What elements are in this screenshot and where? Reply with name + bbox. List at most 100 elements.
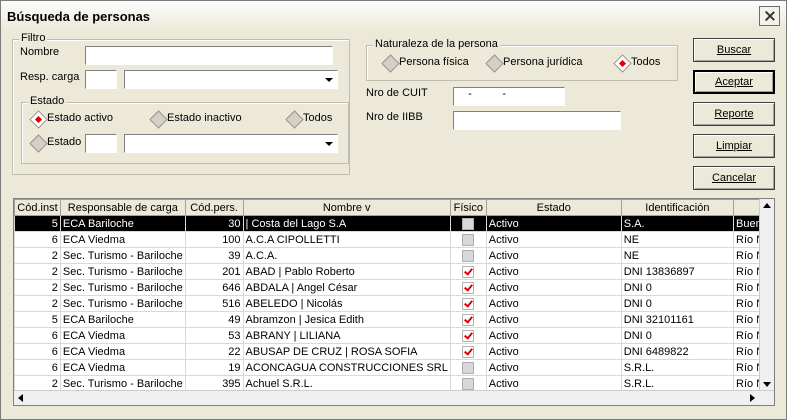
- vertical-scrollbar[interactable]: [759, 199, 774, 391]
- cell-cod-inst: 2: [14, 263, 61, 280]
- cell-estado: Activo: [485, 311, 622, 328]
- cell-nombre: ABAD | Pablo Roberto: [242, 263, 451, 280]
- table-row[interactable]: 6 ECA Viedma 53 ABRANY | LILIANA Activo DNI 0…: [14, 327, 774, 344]
- cell-cod-pers: 22: [184, 343, 244, 360]
- checkmark-icon: [462, 329, 475, 342]
- table-row[interactable]: 5 ECA Bariloche 30 | Costa del Lago S.A Acti…: [14, 215, 774, 232]
- cell-identificacion: DNI 0: [620, 327, 735, 344]
- table-row[interactable]: 2 Sec. Turismo - Bariloche 201 ABAD | Pablo…: [14, 263, 774, 280]
- cell-identificacion: DNI 13836897: [620, 263, 735, 280]
- scroll-down-icon[interactable]: [761, 378, 773, 390]
- nombre-label: Nombre: [20, 46, 60, 58]
- iibb-input[interactable]: [453, 111, 621, 130]
- resp-carga-select[interactable]: [124, 70, 338, 89]
- cell-responsable: Sec. Turismo - Bariloche: [59, 295, 186, 312]
- chevron-down-icon[interactable]: [322, 137, 335, 150]
- estado-group-label: Estado: [28, 95, 67, 107]
- estado-label[interactable]: Estado: [47, 136, 81, 148]
- table-row[interactable]: 6 ECA Viedma 19 ACONCAGUA CONSTRUCCIONES SR…: [14, 359, 774, 376]
- scroll-left-icon[interactable]: [15, 392, 27, 404]
- busqueda-personas-dialog: Búsqueda de personas Filtro Nombre Resp.…: [0, 0, 787, 420]
- estado-select[interactable]: [124, 134, 338, 153]
- buscar-button[interactable]: Buscar: [693, 38, 775, 62]
- scroll-right-icon[interactable]: [746, 392, 758, 404]
- persona-juridica-label[interactable]: Persona jurídica: [503, 56, 583, 68]
- table-row[interactable]: 2 Sec. Turismo - Bariloche 39 A.C.A. Activo N…: [14, 247, 774, 264]
- cell-cod-inst: 6: [14, 343, 61, 360]
- cell-estado: Activo: [485, 327, 622, 344]
- cell-estado: Activo: [485, 359, 622, 376]
- cell-identificacion: DNI 0: [620, 279, 735, 296]
- cell-cod-pers: 30: [184, 215, 244, 232]
- aceptar-button[interactable]: Aceptar: [693, 70, 775, 94]
- cell-identificacion: NE: [620, 247, 735, 264]
- naturaleza-todos-label[interactable]: Todos: [631, 56, 660, 68]
- reporte-button[interactable]: Reporte: [693, 102, 775, 126]
- cell-fisico: [449, 247, 487, 264]
- title-bar: Búsqueda de personas: [1, 1, 786, 31]
- column-header-cod-pers[interactable]: Cód.pers.: [184, 199, 244, 216]
- cell-cod-inst: 6: [14, 359, 61, 376]
- column-header-responsable[interactable]: Responsable de carga: [59, 199, 186, 216]
- checkbox-icon: [462, 249, 475, 262]
- nombre-input[interactable]: [85, 46, 333, 65]
- table-row[interactable]: 2 Sec. Turismo - Bariloche 516 ABELEDO | Ni…: [14, 295, 774, 312]
- cell-nombre: ABUSAP DE CRUZ | ROSA SOFIA: [242, 343, 451, 360]
- window-title: Búsqueda de personas: [7, 9, 151, 24]
- resp-carga-code-input[interactable]: [85, 70, 117, 89]
- cell-cod-pers: 49: [184, 311, 244, 328]
- checkmark-icon: [462, 281, 475, 294]
- filtro-label: Filtro: [19, 32, 48, 44]
- cell-responsable: Sec. Turismo - Bariloche: [59, 247, 186, 264]
- cell-responsable: ECA Viedma: [59, 231, 186, 248]
- cell-fisico: [449, 279, 487, 296]
- cell-cod-pers: 53: [184, 327, 244, 344]
- estado-activo-label[interactable]: Estado activo: [47, 112, 113, 124]
- checkbox-icon: [462, 233, 475, 246]
- horizontal-scrollbar[interactable]: [14, 390, 774, 405]
- checkbox-icon: [462, 217, 475, 230]
- column-header-cod-inst[interactable]: Cód.inst: [14, 199, 61, 216]
- close-icon[interactable]: [759, 6, 780, 26]
- checkbox-icon: [462, 361, 475, 374]
- cell-nombre: ABDALA | Angel César: [242, 279, 451, 296]
- estado-todos-label[interactable]: Todos: [303, 112, 332, 124]
- column-header-estado[interactable]: Estado: [485, 199, 622, 216]
- personas-grid[interactable]: Cód.inst Responsable de carga Cód.pers. …: [13, 198, 775, 406]
- table-row[interactable]: 6 ECA Viedma 100 A.C.A CIPOLLETTI Activo NE Rí…: [14, 231, 774, 248]
- chevron-down-icon[interactable]: [322, 73, 335, 86]
- cell-identificacion: DNI 0: [620, 295, 735, 312]
- cell-responsable: ECA Bariloche: [59, 215, 186, 232]
- checkbox-icon: [462, 377, 475, 390]
- table-row[interactable]: 2 Sec. Turismo - Bariloche 646 ABDALA | Ang…: [14, 279, 774, 296]
- limpiar-button[interactable]: Limpiar: [693, 134, 775, 158]
- column-header-identificacion[interactable]: Identificación: [620, 199, 735, 216]
- cell-identificacion: DNI 6489822: [620, 343, 735, 360]
- cell-estado: Activo: [485, 343, 622, 360]
- cell-responsable: Sec. Turismo - Bariloche: [59, 279, 186, 296]
- cuit-label: Nro de CUIT: [366, 87, 428, 99]
- cell-responsable: Sec. Turismo - Bariloche: [59, 263, 186, 280]
- cell-estado: Activo: [485, 263, 622, 280]
- scroll-up-icon[interactable]: [761, 200, 773, 212]
- persona-fisica-label[interactable]: Persona física: [399, 56, 469, 68]
- cell-cod-pers: 516: [184, 295, 244, 312]
- table-row[interactable]: 6 ECA Viedma 22 ABUSAP DE CRUZ | ROSA SOFIA…: [14, 343, 774, 360]
- column-header-fisico[interactable]: Físico: [449, 199, 487, 216]
- cell-identificacion: DNI 32101161: [620, 311, 735, 328]
- cell-identificacion: NE: [620, 231, 735, 248]
- cell-estado: Activo: [485, 231, 622, 248]
- cell-responsable: ECA Viedma: [59, 327, 186, 344]
- table-row[interactable]: 5 ECA Bariloche 49 Abramzon | Jesica Edith A…: [14, 311, 774, 328]
- iibb-label: Nro de IIBB: [366, 111, 423, 123]
- resp-carga-label: Resp. carga: [20, 71, 80, 83]
- cell-cod-pers: 646: [184, 279, 244, 296]
- cuit-input[interactable]: - -: [453, 87, 565, 106]
- checkmark-icon: [462, 265, 475, 278]
- column-header-nombre[interactable]: Nombre v: [242, 199, 451, 216]
- naturaleza-label: Naturaleza de la persona: [373, 38, 500, 50]
- cancelar-button[interactable]: Cancelar: [693, 166, 775, 190]
- estado-code-input[interactable]: [85, 134, 117, 153]
- estado-inactivo-label[interactable]: Estado inactivo: [167, 112, 242, 124]
- cell-nombre: | Costa del Lago S.A: [242, 215, 451, 232]
